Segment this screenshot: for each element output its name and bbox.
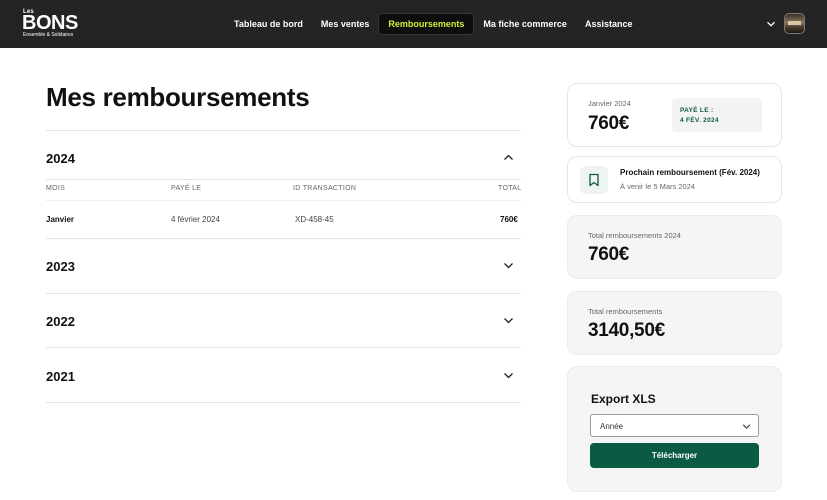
divider xyxy=(46,347,521,348)
year-2022-toggle[interactable]: 2022 xyxy=(46,314,75,329)
les-bons-logo[interactable]: Les BONS Ensemble & Solidaires xyxy=(22,9,82,39)
divider xyxy=(46,402,521,403)
divider xyxy=(46,130,521,131)
nav-ma-fiche-commerce[interactable]: Ma fiche commerce xyxy=(474,14,576,34)
divider xyxy=(46,238,521,239)
chevron-down-icon xyxy=(742,424,751,429)
bookmark-icon xyxy=(589,173,599,187)
user-avatar[interactable] xyxy=(784,13,805,34)
divider xyxy=(46,179,521,180)
last-payment-card: Janvier 2024 760€ PAYÉ LE : 4 FÉV. 2024 xyxy=(567,83,782,147)
row-total: 760€ xyxy=(500,215,518,224)
row-paye-le: 4 février 2024 xyxy=(171,215,220,224)
export-title: Export XLS xyxy=(591,392,656,406)
paid-label: PAYÉ LE : xyxy=(680,107,714,114)
paid-date: 4 FÉV. 2024 xyxy=(680,117,719,124)
logo-main-text: BONS xyxy=(22,12,78,34)
nav-tableau-de-bord[interactable]: Tableau de bord xyxy=(225,14,312,34)
chevron-down-icon[interactable] xyxy=(503,315,514,326)
download-button[interactable]: Télécharger xyxy=(590,443,759,468)
year-select[interactable]: Année xyxy=(590,414,759,437)
bookmark-icon-box xyxy=(580,166,608,194)
year-2023-toggle[interactable]: 2023 xyxy=(46,259,75,274)
total-year-card: Total remboursements 2024 760€ xyxy=(567,215,782,279)
nav-mes-ventes[interactable]: Mes ventes xyxy=(312,14,379,34)
year-select-value: Année xyxy=(600,422,624,431)
nav-assistance[interactable]: Assistance xyxy=(576,14,642,34)
nav-remboursements[interactable]: Remboursements xyxy=(378,13,475,35)
avatar-image-detail xyxy=(788,21,801,25)
row-mois: Janvier xyxy=(46,215,75,224)
chevron-down-icon[interactable] xyxy=(503,260,514,271)
year-2024-toggle[interactable]: 2024 xyxy=(46,151,75,166)
export-card: Export XLS Année Télécharger xyxy=(567,366,782,492)
account-chevron-down-icon[interactable] xyxy=(766,19,776,29)
divider xyxy=(46,293,521,294)
chevron-up-icon[interactable] xyxy=(503,152,514,163)
total-all-label: Total remboursements xyxy=(588,307,663,316)
total-year-amount: 760€ xyxy=(588,244,630,265)
next-payment-card: Prochain remboursement (Fév. 2024) À ven… xyxy=(567,156,782,203)
column-header-total: TOTAL xyxy=(498,185,522,192)
year-2021-toggle[interactable]: 2021 xyxy=(46,369,75,384)
column-header-id-transaction: ID TRANSACTION xyxy=(293,185,357,192)
total-all-card: Total remboursements 3140,50€ xyxy=(567,291,782,355)
row-id-transaction: XD-458-45 xyxy=(295,215,334,224)
page-title: Mes remboursements xyxy=(46,82,310,112)
next-payment-subtitle: À venir le 5 Mars 2024 xyxy=(620,182,696,191)
total-year-label: Total remboursements 2024 xyxy=(588,231,681,240)
top-navigation-bar: Les BONS Ensemble & Solidaires Tableau d… xyxy=(0,0,827,48)
chevron-down-icon[interactable] xyxy=(503,370,514,381)
column-header-paye-le: PAYÉ LE xyxy=(171,185,202,192)
logo-tagline: Ensemble & Solidaires xyxy=(23,32,74,38)
last-payment-amount: 760€ xyxy=(588,113,630,134)
main-nav: Tableau de bord Mes ventes Remboursement… xyxy=(225,13,642,35)
total-all-amount: 3140,50€ xyxy=(588,320,665,341)
column-header-mois: MOIS xyxy=(46,185,66,192)
next-payment-title: Prochain remboursement (Fév. 2024) xyxy=(620,168,760,177)
last-payment-period: Janvier 2024 xyxy=(588,99,631,108)
paid-date-badge: PAYÉ LE : 4 FÉV. 2024 xyxy=(672,98,762,132)
divider xyxy=(46,200,521,201)
